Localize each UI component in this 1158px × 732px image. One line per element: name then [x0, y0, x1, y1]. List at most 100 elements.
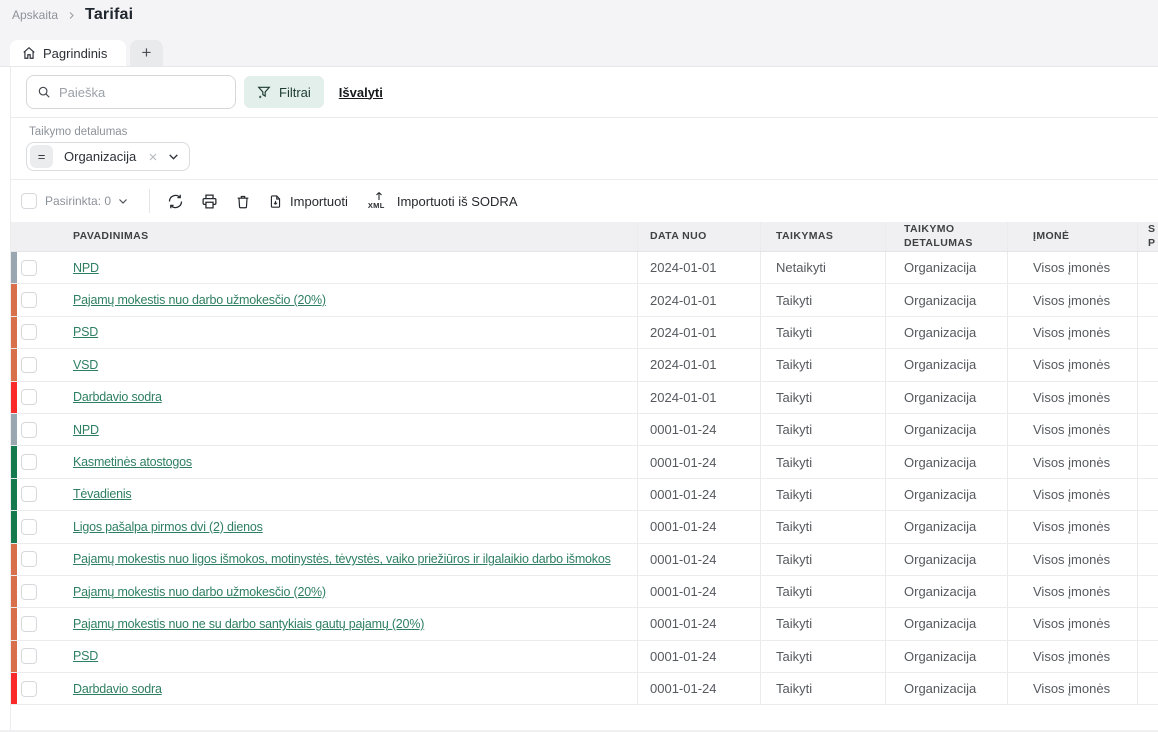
- row-checkbox[interactable]: [21, 486, 37, 502]
- cell-partial: [1138, 317, 1158, 348]
- cell-data-nuo: 2024-01-01: [638, 284, 761, 315]
- tariff-link[interactable]: Tėvadienis: [73, 487, 131, 501]
- row-checkbox[interactable]: [21, 454, 37, 470]
- selected-chevron-down-icon[interactable]: [117, 195, 129, 207]
- print-button[interactable]: [201, 193, 218, 210]
- table-row: Tėvadienis 0001-01-24 Taikyti Organizaci…: [11, 479, 1158, 511]
- table-row: PSD 0001-01-24 Taikyti Organizacija Viso…: [11, 641, 1158, 673]
- filter-chevron-down-icon[interactable]: [167, 150, 180, 163]
- tariff-link[interactable]: Pajamų mokestis nuo ne su darbo santykia…: [73, 617, 424, 631]
- cell-taikymo-detalumas: Organizacija: [886, 608, 1008, 639]
- applied-filter-label: Taikymo detalumas: [29, 126, 127, 138]
- filter-value: Organizacija: [64, 149, 136, 164]
- applied-filter-chip[interactable]: = Organizacija: [26, 142, 190, 171]
- cell-partial: [1138, 252, 1158, 283]
- delete-button[interactable]: [235, 193, 251, 210]
- refresh-button[interactable]: [167, 193, 184, 210]
- cell-data-nuo: 0001-01-24: [638, 446, 761, 477]
- search-icon: [37, 85, 51, 99]
- cell-data-nuo: 0001-01-24: [638, 641, 761, 672]
- cell-data-nuo: 2024-01-01: [638, 252, 761, 283]
- cell-partial: [1138, 349, 1158, 380]
- tariffs-table: PAVADINIMAS DATA NUO TAIKYMAS TAIKYMO DE…: [11, 222, 1158, 705]
- import-label: Importuoti: [290, 194, 348, 209]
- home-icon: [22, 46, 36, 60]
- row-checkbox[interactable]: [21, 551, 37, 567]
- cell-taikymo-detalumas: Organizacija: [886, 317, 1008, 348]
- tariff-link[interactable]: NPD: [73, 423, 99, 437]
- cell-taikymas: Taikyti: [761, 414, 886, 445]
- cell-taikymas: Taikyti: [761, 349, 886, 380]
- cell-data-nuo: 0001-01-24: [638, 544, 761, 575]
- import-sodra-button[interactable]: XML Importuoti iš SODRA: [368, 191, 518, 211]
- tariff-link[interactable]: Pajamų mokestis nuo darbo užmokesčio (20…: [73, 293, 326, 307]
- tariff-link[interactable]: Darbdavio sodra: [73, 682, 162, 696]
- row-checkbox[interactable]: [21, 292, 37, 308]
- cell-data-nuo: 0001-01-24: [638, 479, 761, 510]
- applied-filter-row: Taikymo detalumas = Organizacija: [11, 118, 1158, 180]
- row-checkbox[interactable]: [21, 616, 37, 632]
- search-input[interactable]: [59, 85, 225, 100]
- cell-taikymo-detalumas: Organizacija: [886, 284, 1008, 315]
- cell-taikymas: Netaikyti: [761, 252, 886, 283]
- cell-taikymas: Taikyti: [761, 382, 886, 413]
- table-header-row: PAVADINIMAS DATA NUO TAIKYMAS TAIKYMO DE…: [11, 222, 1158, 252]
- tariff-link[interactable]: Pajamų mokestis nuo darbo užmokesčio (20…: [73, 585, 326, 599]
- tab-label: Pagrindinis: [43, 46, 107, 61]
- table-row: Pajamų mokestis nuo darbo užmokesčio (20…: [11, 576, 1158, 608]
- cell-imone: Visos įmonės: [1008, 511, 1138, 542]
- column-header-taikymas[interactable]: TAIKYMAS: [761, 222, 886, 251]
- search-box: [26, 75, 236, 109]
- cell-data-nuo: 0001-01-24: [638, 511, 761, 542]
- cell-taikymas: Taikyti: [761, 446, 886, 477]
- filters-button[interactable]: Filtrai: [244, 76, 324, 108]
- row-checkbox[interactable]: [21, 389, 37, 405]
- cell-data-nuo: 0001-01-24: [638, 576, 761, 607]
- select-all-checkbox[interactable]: [21, 193, 37, 209]
- import-sodra-label: Importuoti iš SODRA: [397, 194, 518, 209]
- tariff-link[interactable]: Ligos pašalpa pirmos dvi (2) dienos: [73, 520, 263, 534]
- row-checkbox[interactable]: [21, 584, 37, 600]
- add-tab-button[interactable]: +: [130, 40, 163, 66]
- row-checkbox[interactable]: [21, 681, 37, 697]
- row-checkbox[interactable]: [21, 519, 37, 535]
- cell-taikymo-detalumas: Organizacija: [886, 544, 1008, 575]
- tariff-link[interactable]: Pajamų mokestis nuo ligos išmokos, motin…: [73, 552, 611, 566]
- column-header-imone[interactable]: ĮMONĖ: [1008, 222, 1138, 251]
- tab-pagrindinis[interactable]: Pagrindinis: [10, 40, 126, 66]
- row-checkbox[interactable]: [21, 260, 37, 276]
- content-panel: Filtrai Išvalyti Taikymo detalumas = Org…: [10, 67, 1158, 732]
- tariff-link[interactable]: Darbdavio sodra: [73, 390, 162, 404]
- cell-imone: Visos įmonės: [1008, 608, 1138, 639]
- breadcrumb: Apskaita Tarifai: [12, 6, 133, 24]
- table-row: Ligos pašalpa pirmos dvi (2) dienos 0001…: [11, 511, 1158, 543]
- tariff-link[interactable]: PSD: [73, 325, 98, 339]
- row-checkbox[interactable]: [21, 648, 37, 664]
- clear-filters-link[interactable]: Išvalyti: [339, 85, 383, 100]
- cell-imone: Visos įmonės: [1008, 382, 1138, 413]
- column-header-data-nuo[interactable]: DATA NUO: [638, 222, 761, 251]
- row-checkbox[interactable]: [21, 422, 37, 438]
- cell-imone: Visos įmonės: [1008, 446, 1138, 477]
- column-header-taikymo-detalumas[interactable]: TAIKYMO DETALUMAS: [886, 222, 1008, 251]
- cell-taikymo-detalumas: Organizacija: [886, 479, 1008, 510]
- row-checkbox[interactable]: [21, 357, 37, 373]
- cell-taikymas: Taikyti: [761, 641, 886, 672]
- cell-taikymo-detalumas: Organizacija: [886, 382, 1008, 413]
- cell-taikymo-detalumas: Organizacija: [886, 511, 1008, 542]
- cell-taikymas: Taikyti: [761, 576, 886, 607]
- cell-partial: [1138, 641, 1158, 672]
- remove-filter-icon[interactable]: [147, 151, 159, 163]
- column-header-pavadinimas[interactable]: PAVADINIMAS: [63, 222, 638, 251]
- row-checkbox[interactable]: [21, 324, 37, 340]
- cell-taikymo-detalumas: Organizacija: [886, 673, 1008, 704]
- cell-imone: Visos įmonės: [1008, 673, 1138, 704]
- tariff-link[interactable]: NPD: [73, 261, 99, 275]
- filter-funnel-icon: [257, 85, 271, 99]
- tariff-link[interactable]: VSD: [73, 358, 98, 372]
- import-button[interactable]: Importuoti: [268, 193, 348, 210]
- tariff-link[interactable]: Kasmetinės atostogos: [73, 455, 192, 469]
- tariff-link[interactable]: PSD: [73, 649, 98, 663]
- cell-imone: Visos įmonės: [1008, 349, 1138, 380]
- breadcrumb-parent-link[interactable]: Apskaita: [12, 8, 58, 22]
